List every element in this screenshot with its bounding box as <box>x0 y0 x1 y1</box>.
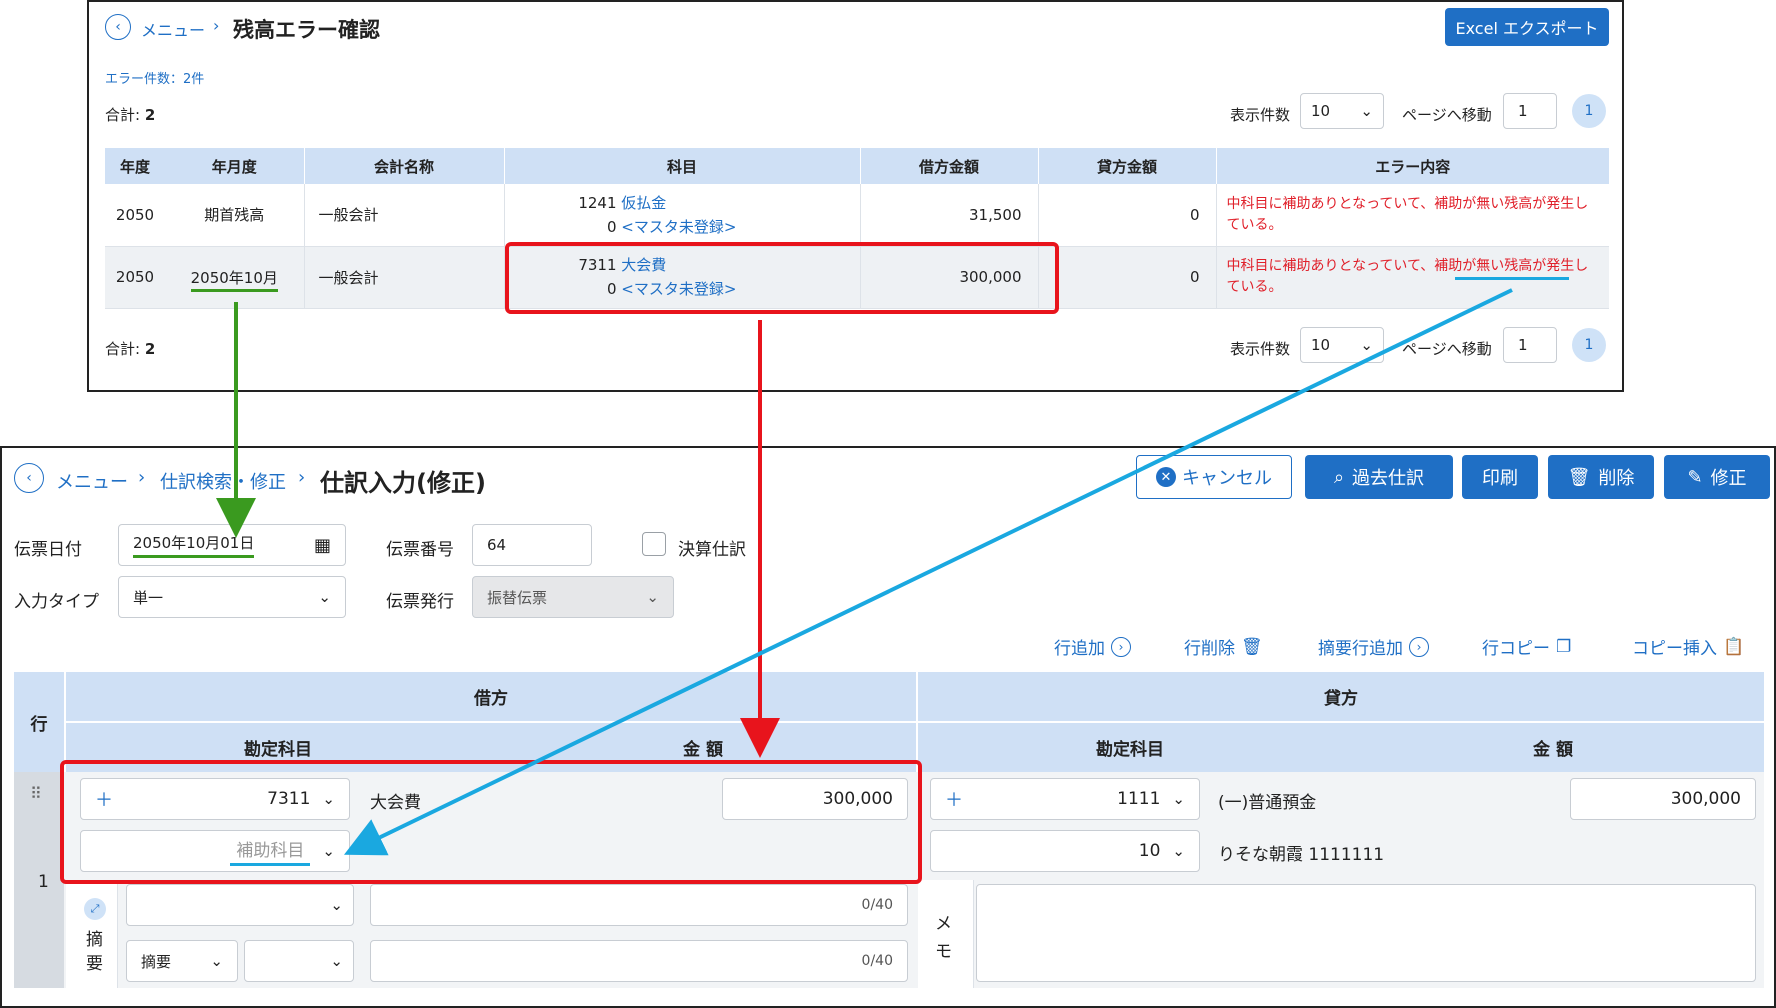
blue-arrow <box>343 288 1513 856</box>
annotation-arrows <box>216 288 1513 856</box>
